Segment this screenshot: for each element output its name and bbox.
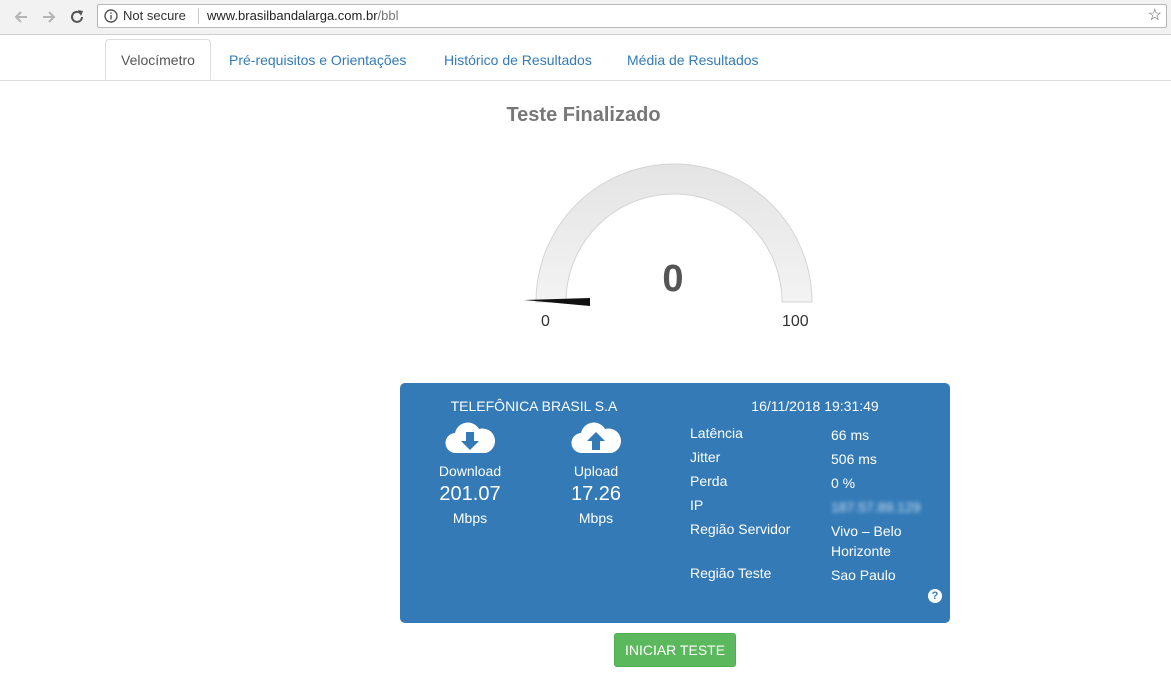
gauge-value: 0	[662, 258, 684, 300]
upload-unit: Mbps	[578, 510, 614, 526]
help-icon[interactable]: ?	[928, 589, 942, 603]
back-arrow-icon[interactable]	[10, 6, 32, 28]
gauge-max-label: 100	[782, 313, 809, 330]
result-panel: TELEFÔNICA BRASIL S.A 16/11/2018 19:31:4…	[400, 383, 950, 623]
address-divider	[198, 8, 199, 24]
detail-key: Perda	[690, 473, 728, 489]
start-test-button[interactable]: INICIAR TESTE	[614, 633, 736, 667]
cloud-download-icon	[445, 422, 495, 454]
download-label: Download	[438, 463, 502, 479]
url-path: /bbl	[377, 8, 399, 23]
detail-value: Sao Paulo	[831, 567, 896, 583]
upload-value: 17.26	[570, 483, 622, 505]
url-domain: www.brasilbandalarga.com.br	[207, 8, 378, 23]
download-unit: Mbps	[452, 510, 488, 526]
upload-metric: Upload 17.26 Mbps	[546, 419, 646, 526]
detail-key: Região Teste	[690, 565, 772, 581]
security-label: Not secure	[123, 8, 186, 23]
tab-pre-requisitos[interactable]: Pré-requisitos e Orientações	[229, 40, 406, 80]
provider-name: TELEFÔNICA BRASIL S.A	[450, 398, 618, 414]
test-timestamp: 16/11/2018 19:31:49	[751, 398, 879, 414]
browser-toolbar: Not secure www.brasilbandalarga.com.br/b…	[0, 0, 1171, 35]
page-title: Teste Finalizado	[506, 104, 661, 126]
download-metric: Download 201.07 Mbps	[420, 419, 520, 526]
download-value: 201.07	[439, 483, 501, 505]
detail-value: 66 ms	[831, 427, 870, 443]
forward-arrow-icon[interactable]	[38, 6, 60, 28]
address-bar[interactable]: Not secure www.brasilbandalarga.com.br/b…	[97, 4, 1167, 28]
gauge-min-label: 0	[541, 313, 550, 330]
detail-key: Jitter	[690, 449, 721, 465]
tab-historico[interactable]: Histórico de Resultados	[444, 40, 592, 80]
detail-value-ip: 187.57.89.129	[831, 499, 921, 515]
cloud-upload-icon	[571, 422, 621, 454]
detail-value: 506 ms	[831, 451, 877, 467]
detail-key: Região Servidor	[690, 521, 791, 537]
reload-icon[interactable]	[66, 6, 88, 28]
upload-label: Upload	[573, 463, 619, 479]
tab-media[interactable]: Média de Resultados	[627, 40, 759, 80]
gauge-needle	[524, 298, 590, 306]
url-text[interactable]: www.brasilbandalarga.com.br/bbl	[207, 8, 399, 23]
detail-value: Vivo – Belo Horizonte	[831, 523, 902, 559]
detail-value: 0 %	[831, 475, 856, 491]
info-icon[interactable]	[104, 9, 118, 23]
detail-key: IP	[690, 497, 704, 513]
tab-velocimetro[interactable]: Velocímetro	[105, 39, 211, 80]
detail-key: Latência	[690, 425, 743, 441]
bookmark-star-icon[interactable]: ☆	[1148, 7, 1162, 25]
